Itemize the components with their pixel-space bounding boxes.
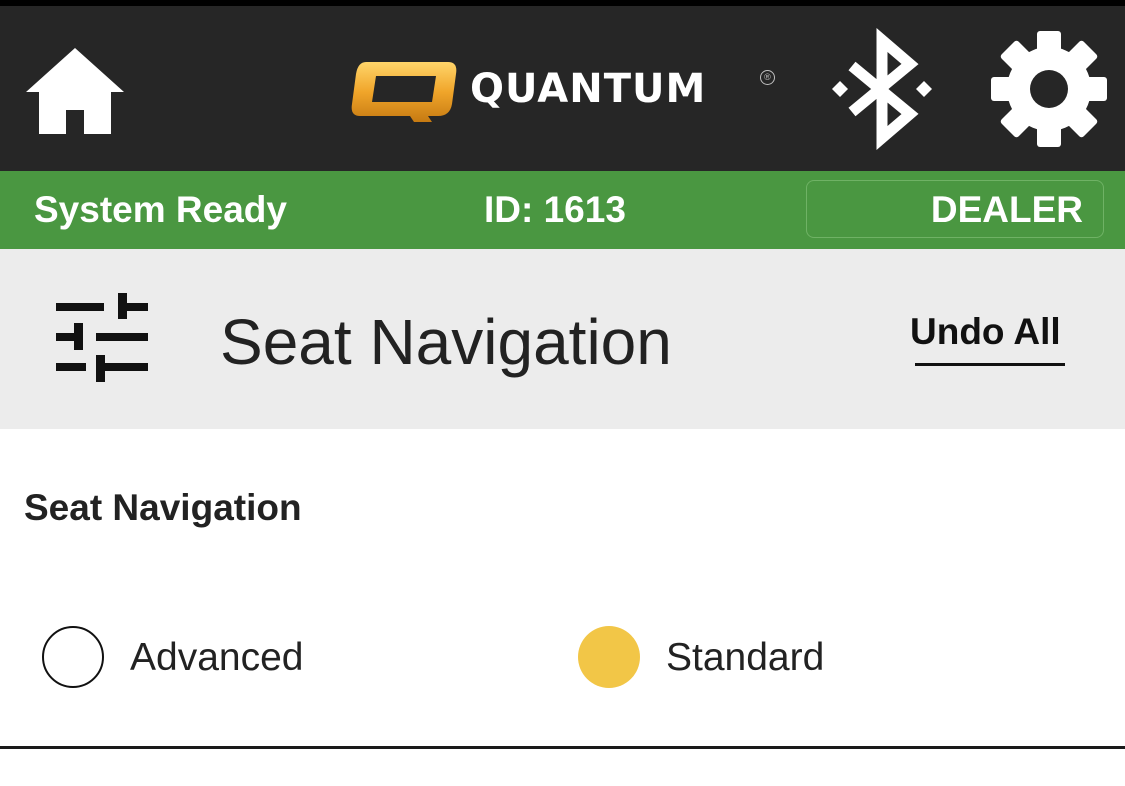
gear-icon [991,31,1107,147]
bluetooth-icon [832,28,932,150]
device-id: ID: 1613 [484,189,626,230]
section-header: Seat Navigation Undo All [0,249,1125,429]
sliders-icon [56,293,148,382]
quantum-logo-text: QUANTUM [470,66,707,112]
divider [0,746,1125,749]
dealer-mode-label: DEALER [930,189,1083,230]
registered-mark: ® [760,70,775,85]
undo-all-button[interactable]: Undo All [906,307,1072,369]
radio-option-advanced[interactable]: Advanced [40,624,340,694]
quantum-logo: QUANTUM ® [348,58,778,124]
settings-button[interactable] [990,30,1108,148]
undo-all-underline [915,363,1065,366]
radio-label-advanced: Advanced [130,636,304,679]
dealer-mode-button[interactable]: DEALER [806,180,1104,238]
home-icon [26,48,124,134]
page-title: Seat Navigation [220,306,672,378]
radio-button-unselected[interactable] [42,626,104,688]
radio-button-selected[interactable] [578,626,640,688]
bluetooth-button[interactable] [826,28,938,150]
system-status: System Ready [34,189,287,230]
app-header: QUANTUM ® [0,6,1125,171]
undo-all-label: Undo All [910,311,1061,352]
home-button[interactable] [22,42,128,138]
quantum-q-emblem [351,62,457,122]
radio-label-standard: Standard [666,636,825,679]
status-bar: System Ready ID: 1613 DEALER [0,171,1125,249]
seat-navigation-heading: Seat Navigation [24,487,302,528]
radio-option-standard[interactable]: Standard [576,624,866,694]
